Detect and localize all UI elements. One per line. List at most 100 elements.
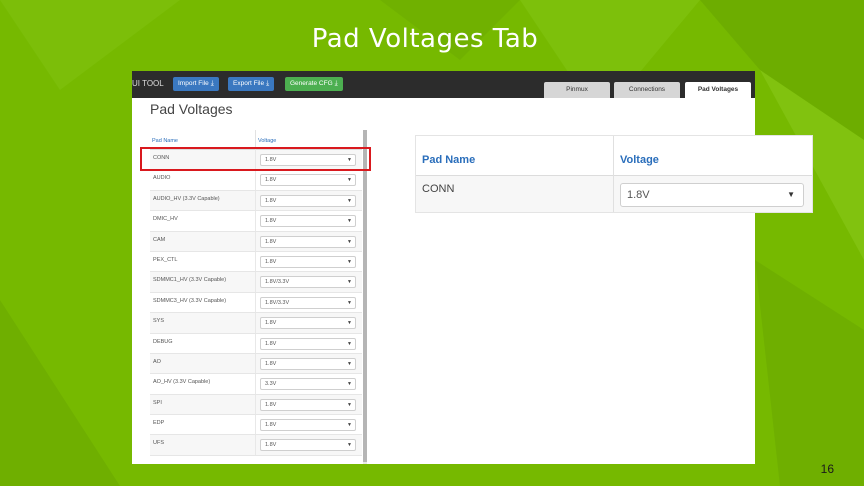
chevron-down-icon: ▼ bbox=[347, 197, 352, 204]
app-screenshot: UI TOOL Import File ⤓ Export File ⤓ Genera… bbox=[132, 71, 755, 464]
tab-pinmux[interactable]: Pinmux bbox=[544, 82, 610, 98]
voltage-select[interactable]: 1.8V/3.3V ▼ bbox=[260, 276, 356, 289]
zoom-voltage-value: 1.8V bbox=[627, 189, 650, 201]
table-row: DEBUG 1.8V ▼ bbox=[150, 333, 362, 354]
pad-name: EDP bbox=[153, 420, 165, 427]
chevron-down-icon: ▼ bbox=[347, 218, 352, 225]
chevron-down-icon: ▼ bbox=[347, 360, 352, 367]
voltage-value: 1.8V/3.3V bbox=[265, 279, 290, 286]
table-row: AO 1.8V ▼ bbox=[150, 353, 362, 375]
voltage-value: 1.8V bbox=[265, 422, 277, 429]
voltage-select[interactable]: 1.8V ▼ bbox=[260, 317, 356, 330]
table-row: EDP 1.8V ▼ bbox=[150, 415, 362, 436]
voltage-value: 1.8V bbox=[265, 238, 277, 245]
download-icon: ⤓ bbox=[334, 80, 338, 87]
export-file-button[interactable]: Export File ⤓ bbox=[228, 77, 275, 91]
pad-name: SDMMC1_HV (3.3V Capable) bbox=[153, 277, 227, 284]
import-file-button[interactable]: Import File ⤓ bbox=[173, 77, 219, 91]
pad-name: UFS bbox=[153, 440, 164, 447]
table-row: CAM 1.8V ▼ bbox=[150, 231, 362, 252]
table-row: AUDIO_HV (3.3V Capable) 1.8V ▼ bbox=[150, 190, 362, 212]
zoom-column-header-pad-name: Pad Name bbox=[422, 154, 476, 166]
tab-pad-voltages[interactable]: Pad Voltages bbox=[685, 82, 751, 98]
voltage-select[interactable]: 1.8V ▼ bbox=[260, 398, 356, 411]
zoom-pad-name: CONN bbox=[422, 183, 455, 195]
pad-name: DMIC_HV bbox=[153, 216, 178, 223]
pad-name: AO_HV (3.3V Capable) bbox=[153, 379, 211, 386]
chevron-down-icon: ▼ bbox=[347, 442, 352, 449]
pad-name: AUDIO_HV (3.3V Capable) bbox=[153, 195, 220, 202]
voltage-select[interactable]: 1.8V ▼ bbox=[260, 174, 356, 187]
chevron-down-icon: ▼ bbox=[347, 401, 352, 408]
voltage-value: 1.8V bbox=[265, 197, 277, 204]
table-row: SPI 1.8V ▼ bbox=[150, 394, 362, 416]
voltage-select[interactable]: 1.8V ▼ bbox=[260, 439, 356, 452]
voltage-value: 1.8V bbox=[265, 401, 277, 408]
voltage-value: 1.8V bbox=[265, 340, 277, 347]
download-icon: ⤓ bbox=[266, 80, 270, 87]
chevron-down-icon: ▼ bbox=[347, 422, 352, 429]
table-row: UFS 1.8V ▼ bbox=[150, 435, 362, 456]
page-title: Pad Voltages bbox=[150, 101, 233, 117]
pad-name: CAM bbox=[153, 236, 166, 243]
zoom-header: Pad Name Voltage bbox=[416, 136, 812, 176]
voltage-value: 3.3V bbox=[265, 381, 277, 388]
zoom-voltage-select[interactable]: 1.8V ▼ bbox=[620, 183, 804, 207]
chevron-down-icon: ▼ bbox=[347, 177, 352, 184]
column-header-voltage: Voltage bbox=[258, 138, 277, 144]
table-row: DMIC_HV 1.8V ▼ bbox=[150, 211, 362, 232]
pad-name: SYS bbox=[153, 318, 165, 325]
table-row: SYS 1.8V ▼ bbox=[150, 313, 362, 334]
voltage-select[interactable]: 1.8V ▼ bbox=[260, 215, 356, 228]
slide-title: Pad Voltages Tab bbox=[311, 24, 539, 54]
chevron-down-icon: ▼ bbox=[347, 258, 352, 265]
voltage-value: 1.8V/3.3V bbox=[265, 299, 290, 306]
pad-name: AUDIO bbox=[153, 175, 171, 182]
voltage-select[interactable]: 1.8V ▼ bbox=[260, 235, 356, 248]
voltage-value: 1.8V bbox=[265, 320, 277, 327]
voltage-select[interactable]: 3.3V ▼ bbox=[260, 378, 356, 391]
chevron-down-icon: ▼ bbox=[347, 238, 352, 245]
download-icon: ⤓ bbox=[210, 80, 214, 87]
voltage-value: 1.8V bbox=[265, 360, 277, 367]
table-row: AO_HV (3.3V Capable) 3.3V ▼ bbox=[150, 374, 362, 395]
chevron-down-icon: ▼ bbox=[347, 299, 352, 306]
scrollbar-thumb[interactable] bbox=[363, 130, 367, 462]
app-toolbar: UI TOOL Import File ⤓ Export File ⤓ Genera… bbox=[132, 71, 755, 98]
page-number: 16 bbox=[820, 462, 834, 476]
voltage-value: 1.8V bbox=[265, 177, 277, 184]
voltage-select[interactable]: 1.8V ▼ bbox=[260, 337, 356, 350]
table-row: PEX_CTL 1.8V ▼ bbox=[150, 251, 362, 273]
pad-name: SDMMC3_HV (3.3V Capable) bbox=[153, 297, 227, 304]
column-header-pad-name: Pad Name bbox=[152, 138, 178, 144]
pad-name: SPI bbox=[153, 399, 162, 406]
table-scrollbar[interactable] bbox=[363, 130, 367, 464]
zoom-column-header-voltage: Voltage bbox=[620, 154, 659, 166]
export-file-label: Export File bbox=[233, 80, 265, 87]
voltage-select[interactable]: 1.8V ▼ bbox=[260, 255, 356, 268]
pad-name: DEBUG bbox=[153, 338, 173, 345]
pad-name: PEX_CTL bbox=[153, 256, 178, 263]
voltage-value: 1.8V bbox=[265, 218, 277, 225]
voltage-select[interactable]: 1.8V/3.3V ▼ bbox=[260, 296, 356, 309]
chevron-down-icon: ▼ bbox=[347, 381, 352, 388]
table-row: SDMMC1_HV (3.3V Capable) 1.8V/3.3V ▼ bbox=[150, 272, 362, 293]
voltage-select[interactable]: 1.8V ▼ bbox=[260, 419, 356, 432]
tab-connections[interactable]: Connections bbox=[614, 82, 680, 98]
chevron-down-icon: ▼ bbox=[347, 279, 352, 286]
table-row: AUDIO 1.8V ▼ bbox=[150, 170, 362, 191]
voltage-select[interactable]: 1.8V ▼ bbox=[260, 357, 356, 370]
chevron-down-icon: ▼ bbox=[787, 190, 795, 199]
generate-cfg-label: Generate CFG bbox=[290, 80, 333, 87]
voltage-value: 1.8V bbox=[265, 442, 277, 449]
zoom-table-row: CONN 1.8V ▼ bbox=[416, 176, 812, 212]
zoomed-row-callout: Pad Name Voltage CONN 1.8V ▼ bbox=[415, 135, 813, 213]
generate-cfg-button[interactable]: Generate CFG ⤓ bbox=[285, 77, 343, 91]
pad-name: AO bbox=[153, 358, 161, 365]
highlight-box bbox=[140, 147, 371, 171]
import-file-label: Import File bbox=[178, 80, 209, 87]
app-title: UI TOOL bbox=[132, 79, 164, 88]
chevron-down-icon: ▼ bbox=[347, 340, 352, 347]
table-row: SDMMC3_HV (3.3V Capable) 1.8V/3.3V ▼ bbox=[150, 292, 362, 314]
voltage-select[interactable]: 1.8V ▼ bbox=[260, 194, 356, 207]
